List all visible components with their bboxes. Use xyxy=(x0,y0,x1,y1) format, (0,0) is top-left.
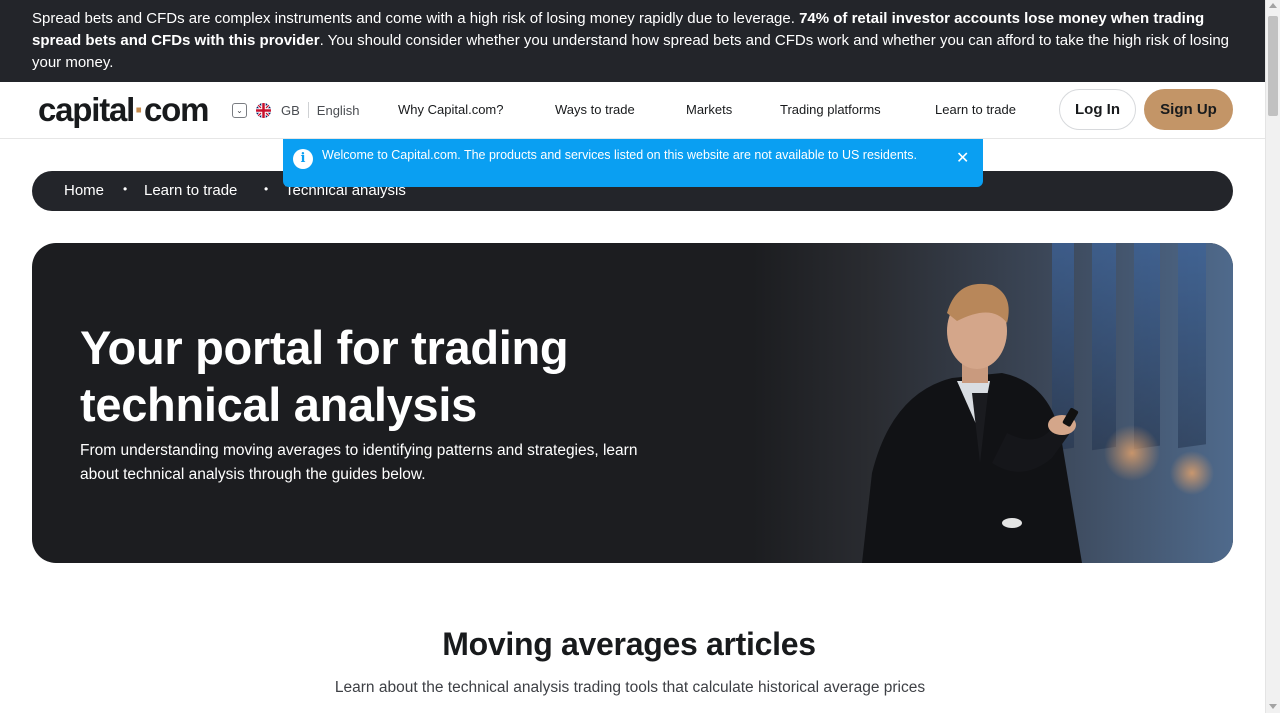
breadcrumb-separator: • xyxy=(264,182,269,196)
logo-text-end: com xyxy=(143,91,209,128)
region-language-selector[interactable]: ⌄ GB English xyxy=(232,102,359,118)
breadcrumb-learn-to-trade[interactable]: Learn to trade xyxy=(144,182,237,199)
notice-message: Welcome to Capital.com. The products and… xyxy=(322,148,917,162)
logo-dot: · xyxy=(134,91,145,128)
nav-ways-to-trade[interactable]: Ways to trade xyxy=(555,102,635,117)
breadcrumb-home[interactable]: Home xyxy=(64,182,104,199)
sign-up-button[interactable]: Sign Up xyxy=(1144,89,1233,130)
region-code: GB xyxy=(281,102,300,118)
us-residents-notice: i Welcome to Capital.com. The products a… xyxy=(283,139,983,187)
log-in-button[interactable]: Log In xyxy=(1059,89,1136,130)
capital-com-logo[interactable]: capital·com xyxy=(38,91,209,129)
hero-businessman-photo xyxy=(752,243,1233,563)
scrollbar-thumb[interactable] xyxy=(1268,16,1278,116)
risk-warning-banner: Spread bets and CFDs are complex instrum… xyxy=(0,0,1265,82)
site-header: capital·com ⌄ GB English Why Capital.com… xyxy=(0,82,1265,139)
nav-trading-platforms[interactable]: Trading platforms xyxy=(780,102,881,117)
scroll-down-arrow-icon[interactable] xyxy=(1269,704,1277,709)
region-divider xyxy=(307,102,309,118)
nav-why-capital[interactable]: Why Capital.com? xyxy=(398,102,503,117)
risk-text-start: Spread bets and CFDs are complex instrum… xyxy=(32,10,800,27)
nav-markets[interactable]: Markets xyxy=(686,102,732,117)
hero-description: From understanding moving averages to id… xyxy=(80,442,638,483)
info-icon: i xyxy=(293,149,313,169)
chevron-down-icon: ⌄ xyxy=(232,102,247,118)
logo-text-main: capital xyxy=(38,91,135,128)
section-title: Moving averages articles xyxy=(442,626,816,662)
hero-title: Your portal for trading technical analys… xyxy=(80,321,569,431)
hero-banner: Your portal for trading technical analys… xyxy=(32,243,1233,563)
nav-learn-to-trade[interactable]: Learn to trade xyxy=(935,102,1016,117)
language-label: English xyxy=(316,102,360,118)
breadcrumb-separator: • xyxy=(123,182,128,196)
section-description: Learn about the technical analysis tradi… xyxy=(334,679,926,696)
page-scrollbar[interactable] xyxy=(1265,0,1280,713)
uk-flag-icon xyxy=(256,102,271,118)
close-icon[interactable]: ✕ xyxy=(956,151,969,167)
scroll-up-arrow-icon[interactable] xyxy=(1269,3,1277,8)
